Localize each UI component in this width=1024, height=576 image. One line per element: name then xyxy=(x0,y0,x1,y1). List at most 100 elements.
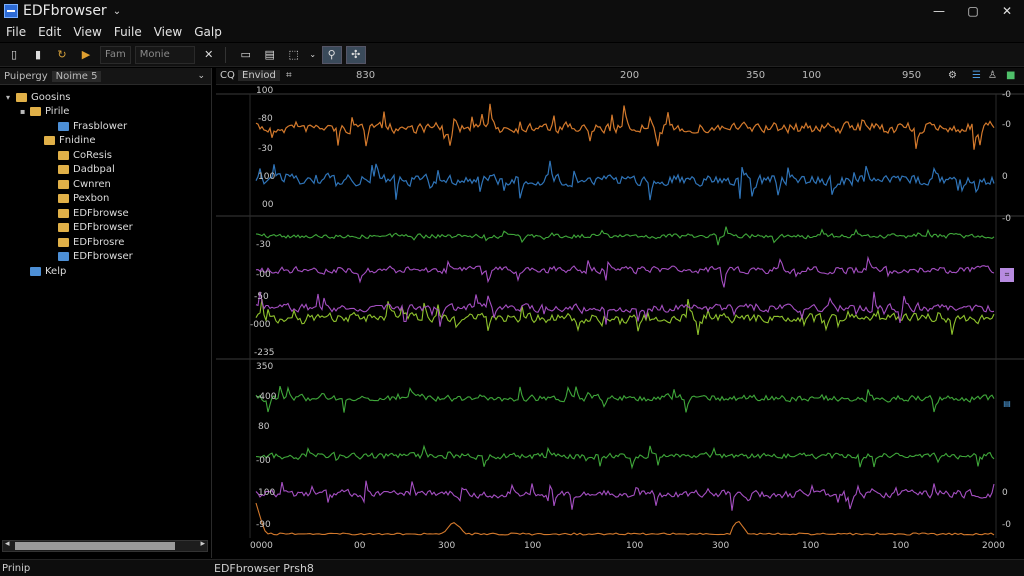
tree-item-label: Fnidine xyxy=(59,135,96,147)
tab-name[interactable]: Noime 5 xyxy=(51,70,102,82)
tree-item-label: Kelp xyxy=(45,265,67,277)
play-icon[interactable]: ▶ xyxy=(76,46,96,64)
minimize-button[interactable]: — xyxy=(922,0,956,22)
measure-icon[interactable]: ✣ xyxy=(345,45,366,64)
tree-item[interactable]: Dadbpal xyxy=(0,163,210,178)
tree-item[interactable]: EDFbrosre xyxy=(0,235,210,250)
document-icon[interactable]: ▭ xyxy=(236,46,256,64)
menu-edit[interactable]: Edit xyxy=(32,25,67,39)
tree-item-label: Pexbon xyxy=(73,193,110,205)
trace-purple-3 xyxy=(255,480,995,511)
tree-expander-icon[interactable]: ▾ xyxy=(6,93,16,102)
x-tick: 300 xyxy=(438,541,456,551)
channel-badge-icon[interactable]: ⌗ xyxy=(1000,268,1014,282)
y-label: -90 xyxy=(256,520,271,530)
title-chevron-icon[interactable]: ⌄ xyxy=(113,6,121,17)
right-label: 0 xyxy=(1002,172,1008,182)
y-label: 100 xyxy=(256,86,274,96)
trace-orange-baseline xyxy=(255,502,995,536)
menu-file[interactable]: File xyxy=(0,25,32,39)
viewer-tab-icon[interactable]: CQ xyxy=(220,70,235,81)
trace-purple-1 xyxy=(255,255,995,288)
y-label: -00 xyxy=(256,270,271,280)
signal-viewer: CQ Enviod ⌗ 830 200 350 100 950 ⚙ ☰ ♙ ■ … xyxy=(216,68,1024,558)
toolbar-field-1[interactable]: Fam xyxy=(100,45,131,64)
tree-item[interactable]: ▪ Pirile xyxy=(0,105,210,120)
y-label: 100 xyxy=(258,488,276,498)
zoom-icon[interactable]: ⚲ xyxy=(321,45,342,64)
y-label: -80 xyxy=(258,114,273,124)
top-tick: 950 xyxy=(902,70,922,81)
tree-item[interactable]: Cwnren xyxy=(0,177,210,192)
filter-icon[interactable]: ⚙ xyxy=(948,70,957,81)
save-icon[interactable]: ▤ xyxy=(260,46,280,64)
folder-icon xyxy=(58,208,69,218)
open-file-icon[interactable]: ▯ xyxy=(4,46,24,64)
tree-item[interactable]: Frasblower xyxy=(0,119,210,134)
x-tick: 100 xyxy=(892,541,910,551)
viewer-toolbar: CQ Enviod ⌗ 830 200 350 100 950 ⚙ ☰ ♙ ■ xyxy=(216,68,1024,85)
green-square-icon[interactable]: ■ xyxy=(1006,70,1015,81)
tree-item[interactable]: EDFbrowser xyxy=(0,221,210,236)
folder-icon xyxy=(30,107,41,117)
trace-orange xyxy=(255,103,995,150)
tree-item[interactable]: EDFbrowse xyxy=(0,206,210,221)
refresh-icon[interactable]: ↻ xyxy=(52,46,72,64)
panel-chevron-icon[interactable]: ⌄ xyxy=(197,71,205,81)
menu-fuile[interactable]: Fuile xyxy=(108,25,148,39)
person-icon[interactable]: ♙ xyxy=(988,70,997,81)
tree-item[interactable]: ▾ Goosins xyxy=(0,90,210,105)
menu-view[interactable]: View xyxy=(67,25,107,39)
main-toolbar: ▯ ▮ ↻ ▶ Fam Monie ✕ ▭ ▤ ⬚ ⌄ ⚲ ✣ xyxy=(0,43,1024,67)
trace-green-1 xyxy=(255,226,995,246)
close-button[interactable]: ✕ xyxy=(990,0,1024,22)
maximize-button[interactable]: ▢ xyxy=(956,0,990,22)
right-label: -0 xyxy=(1002,214,1011,224)
channel-list-icon[interactable]: ▤ xyxy=(1000,396,1014,410)
y-label: 00 xyxy=(262,200,274,210)
x-tick: 2000 xyxy=(982,541,1005,551)
y-label: 100 xyxy=(258,172,276,182)
tree-item[interactable]: Pexbon xyxy=(0,192,210,207)
status-left-text: Prinip xyxy=(2,562,31,574)
trace-green-2 xyxy=(255,385,995,413)
tree-item[interactable]: EDFbrowser xyxy=(0,250,210,265)
horizontal-scrollbar[interactable]: ◂ ▸ xyxy=(2,539,208,552)
signal-plot[interactable] xyxy=(216,86,1024,558)
toolbar-field-2[interactable]: Monie xyxy=(134,45,195,64)
toolbar-separator xyxy=(224,46,226,63)
top-tick: 830 xyxy=(356,70,376,81)
toolbar-close-icon[interactable]: ✕ xyxy=(199,46,219,64)
scrollbar-thumb[interactable] xyxy=(15,542,175,550)
folder-icon xyxy=(58,252,69,262)
menu-galp[interactable]: Galp xyxy=(188,25,228,39)
align-icon[interactable]: ☰ xyxy=(972,70,981,81)
viewer-tab-label[interactable]: Enviod xyxy=(238,70,280,81)
new-file-icon[interactable]: ▮ xyxy=(28,46,48,64)
folder-icon xyxy=(58,194,69,204)
tree-item[interactable]: Kelp xyxy=(0,264,210,279)
tree-item[interactable]: CoResis xyxy=(0,148,210,163)
menu-bar: File Edit View Fuile View Galp xyxy=(0,22,1024,42)
folder-icon xyxy=(58,165,69,175)
export-icon[interactable]: ⬚ xyxy=(284,46,304,64)
menu-view-2[interactable]: View xyxy=(148,25,188,39)
scroll-left-icon[interactable]: ◂ xyxy=(5,539,10,549)
app-logo-icon xyxy=(4,4,18,18)
y-label: 80 xyxy=(258,422,270,432)
x-tick: 100 xyxy=(626,541,644,551)
grid-icon[interactable]: ⌗ xyxy=(286,70,292,81)
window-controls: — ▢ ✕ xyxy=(922,0,1024,22)
right-label: 0 xyxy=(1002,488,1008,498)
dropdown-chevron-icon[interactable]: ⌄ xyxy=(308,46,318,64)
tab-properties[interactable]: Puipergy xyxy=(0,71,52,82)
folder-icon xyxy=(44,136,55,146)
panel-header: Puipergy Noime 5 ⌄ xyxy=(0,68,211,85)
tree-expander-icon[interactable]: ▪ xyxy=(20,107,30,116)
top-tick: 100 xyxy=(802,70,822,81)
tree-item[interactable]: Fnidine xyxy=(0,134,210,149)
tree-item-label: Goosins xyxy=(31,91,71,103)
scroll-right-icon[interactable]: ▸ xyxy=(200,539,205,549)
x-tick: 00 xyxy=(354,541,366,551)
x-tick: 100 xyxy=(802,541,820,551)
